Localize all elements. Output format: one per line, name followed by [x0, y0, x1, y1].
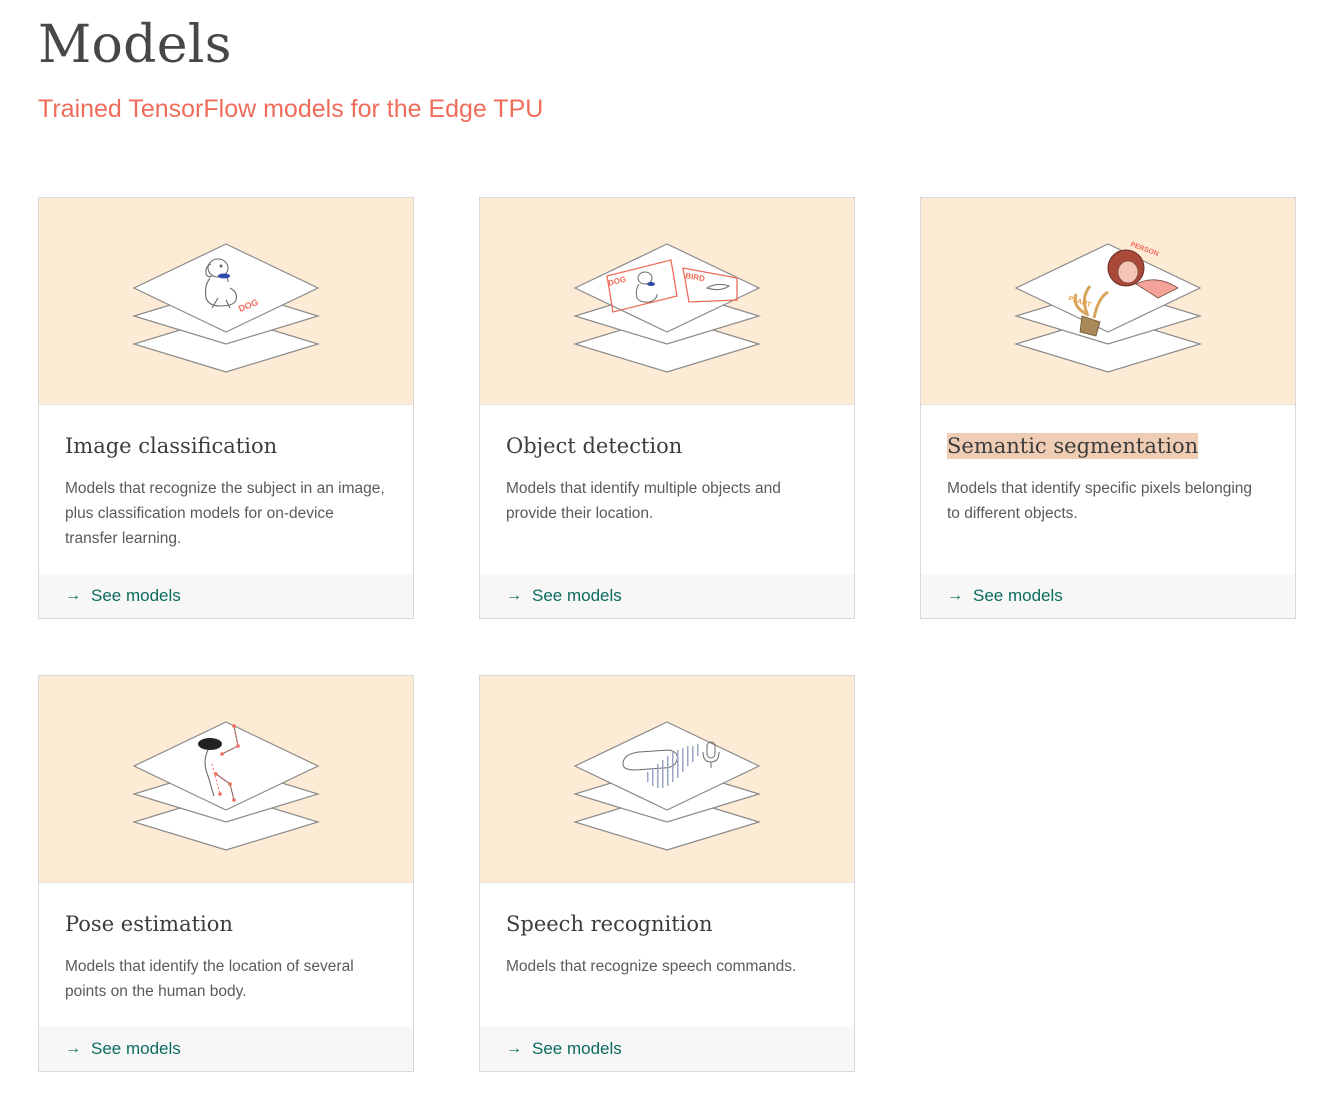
semantic-segmentation-illustration: PERSON PLANT	[921, 198, 1295, 405]
card-description: Models that identify specific pixels bel…	[947, 480, 1253, 522]
see-models-link[interactable]: → See models	[480, 574, 854, 618]
card-title: Pose estimation	[65, 912, 233, 936]
image-classification-illustration: DOG	[39, 198, 413, 405]
model-card-object-detection: DOG BIRD Object detection Models that id…	[479, 197, 855, 619]
card-description: Models that recognize speech commands.	[506, 958, 797, 975]
page-subtitle: Trained TensorFlow models for the Edge T…	[38, 95, 544, 123]
card-description: Models that identify the location of sev…	[65, 958, 354, 1000]
see-models-link[interactable]: → See models	[921, 574, 1295, 618]
speech-recognition-illustration	[480, 676, 854, 883]
see-models-label: See models	[91, 1039, 181, 1058]
arrow-right-icon: →	[65, 587, 81, 604]
see-models-link[interactable]: → See models	[39, 1027, 413, 1071]
model-card-pose-estimation: Pose estimation Models that identify the…	[38, 675, 414, 1072]
pose-estimation-illustration	[39, 676, 413, 883]
arrow-right-icon: →	[947, 587, 963, 604]
see-models-link[interactable]: → See models	[480, 1027, 854, 1071]
arrow-right-icon: →	[65, 1040, 81, 1057]
see-models-link[interactable]: → See models	[39, 574, 413, 618]
card-title: Object detection	[506, 434, 683, 458]
model-card-speech-recognition: Speech recognition Models that recognize…	[479, 675, 855, 1072]
face-shape	[1117, 260, 1139, 284]
model-card-image-classification: DOG Image classification Models that rec…	[38, 197, 414, 619]
card-title: Image classification	[65, 434, 278, 458]
object-detection-illustration: DOG BIRD	[480, 198, 854, 405]
see-models-label: See models	[532, 1039, 622, 1058]
card-description: Models that recognize the subject in an …	[65, 480, 385, 547]
arrow-right-icon: →	[506, 1040, 522, 1057]
see-models-label: See models	[532, 586, 622, 605]
see-models-label: See models	[973, 586, 1063, 605]
arrow-right-icon: →	[506, 587, 522, 604]
card-title: Semantic segmentation	[947, 433, 1199, 459]
card-description: Models that identify multiple objects an…	[506, 480, 781, 522]
page-title: Models	[38, 15, 232, 75]
model-card-semantic-segmentation: PERSON PLANT Semantic segmentation Model…	[920, 197, 1296, 619]
see-models-label: See models	[91, 586, 181, 605]
card-title: Speech recognition	[506, 912, 713, 936]
